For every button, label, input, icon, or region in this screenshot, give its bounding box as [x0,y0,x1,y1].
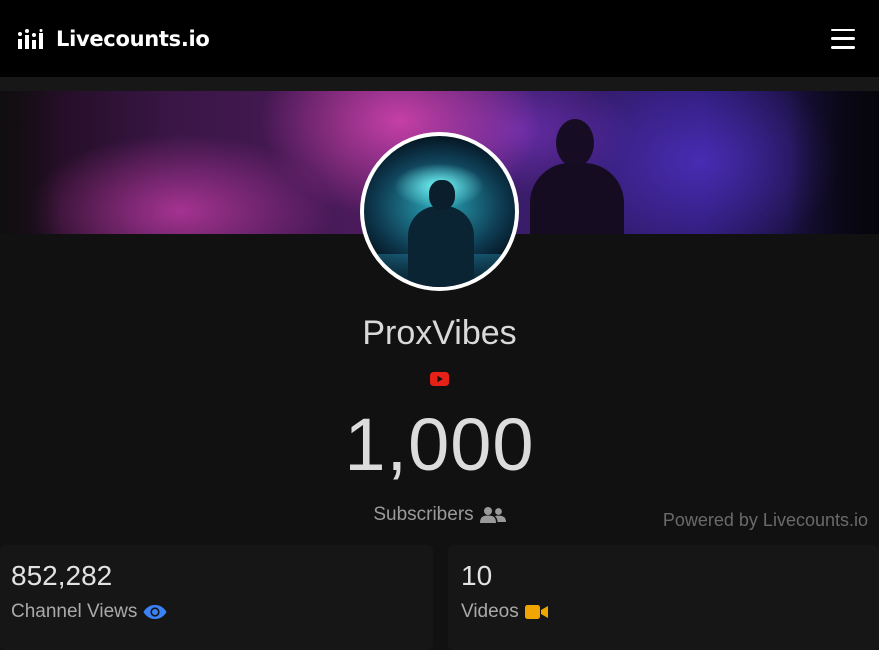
banner-silhouette [522,119,630,234]
subscriber-count: 1,000 [344,403,535,486]
channel-views-card: 852,282 Channel Views [0,545,433,650]
channel-views-label: Channel Views [11,601,138,622]
hamburger-menu-icon[interactable] [831,28,855,49]
videos-label: Videos [461,601,519,622]
video-camera-icon [524,605,548,619]
videos-card: 10 Videos [448,545,879,650]
eye-icon [143,605,167,619]
youtube-icon[interactable] [430,372,449,386]
channel-name: ProxVibes [362,314,517,352]
brand-link[interactable]: Livecounts.io [17,27,210,51]
subscriber-label: Subscribers [373,504,474,525]
bar-chart-icon [18,28,43,49]
channel-views-value: 852,282 [11,560,113,591]
users-icon [479,507,506,523]
videos-value: 10 [461,560,493,591]
banner-top-strip [0,77,879,91]
powered-by-text[interactable]: Powered by Livecounts.io [663,510,868,531]
navbar: Livecounts.io [0,0,879,77]
brand-name: Livecounts.io [56,26,210,51]
channel-avatar [360,132,519,291]
